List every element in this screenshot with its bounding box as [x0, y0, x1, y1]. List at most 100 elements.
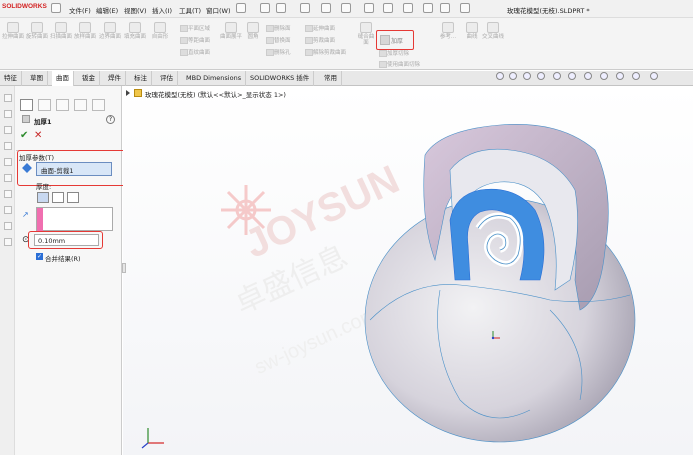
menu-file[interactable]: 文件(F) — [69, 5, 91, 15]
display-tab-icon[interactable] — [92, 99, 105, 111]
extrude-surface-button[interactable]: 拉伸曲面 — [2, 22, 24, 54]
cancel-x-icon[interactable]: ✕ — [34, 130, 42, 141]
print-icon[interactable] — [341, 3, 351, 13]
tab-sheet-metal[interactable]: 钣金 — [78, 71, 100, 86]
thicken-button[interactable]: 加厚 — [376, 30, 414, 50]
delete-face-button[interactable]: 删除面 — [266, 24, 291, 32]
planar-surface-button[interactable]: 平面区域 — [180, 24, 210, 32]
toolbar-icon-2[interactable] — [4, 110, 12, 118]
tab-surfaces[interactable]: 曲面 — [52, 71, 74, 86]
sweep-surface-button[interactable]: 扫描曲面 — [50, 22, 72, 54]
section-view-icon[interactable] — [537, 72, 545, 80]
feature-title: 加厚1 — [34, 118, 52, 126]
revolve-surface-button[interactable]: 旋转曲面 — [26, 22, 48, 54]
untrim-surface-button[interactable]: 解除剪裁曲面 — [305, 48, 346, 56]
reference-geometry-button[interactable]: 参考... — [437, 22, 459, 54]
feature-tree-root[interactable]: 玫瑰花模型(无枝) (默认<<默认>_显示状态 1>) — [145, 89, 286, 99]
ok-check-icon[interactable]: ✔ — [20, 130, 28, 141]
scene-icon[interactable] — [616, 72, 624, 80]
extend-surface-button[interactable]: 延伸曲面 — [305, 24, 335, 32]
new-icon[interactable] — [260, 3, 270, 13]
toolbar-icon-9[interactable] — [4, 222, 12, 230]
freeform-button[interactable]: 自由形 — [149, 22, 171, 54]
thicken-side1-button[interactable] — [37, 192, 49, 203]
hide-show-icon[interactable] — [584, 72, 592, 80]
tab-common[interactable]: 常用 — [320, 71, 342, 86]
menu-tools[interactable]: 工具(T) — [179, 5, 201, 15]
tab-evaluate[interactable]: 评估 — [156, 71, 178, 86]
tab-addins[interactable]: SOLIDWORKS 插件 — [246, 71, 315, 86]
property-tab-icon[interactable] — [38, 99, 51, 111]
intersection-curve-button[interactable]: 交叉曲线 — [482, 22, 504, 54]
left-toolbar — [0, 86, 15, 455]
merge-checkbox[interactable]: ✓ — [36, 253, 43, 260]
boundary-surface-button[interactable]: 边界曲面 — [99, 22, 121, 54]
toolbar-icon-4[interactable] — [4, 142, 12, 150]
tab-weldments[interactable]: 焊件 — [104, 71, 126, 86]
surface-flatten-button[interactable]: 曲面展平 — [220, 22, 242, 54]
tab-markup[interactable]: 标注 — [130, 71, 152, 86]
menu-window[interactable]: 窗口(W) — [206, 5, 231, 15]
menu-view[interactable]: 视图(V) — [124, 5, 147, 15]
menu-edit[interactable]: 编辑(E) — [96, 5, 118, 15]
cut-with-surface-button[interactable]: 使用曲面切除 — [379, 60, 420, 68]
tab-sketch[interactable]: 草图 — [26, 71, 48, 86]
previous-view-icon[interactable] — [523, 72, 531, 80]
replace-face-button[interactable]: 替换面 — [266, 36, 291, 44]
curves-button[interactable]: 曲线 — [461, 22, 483, 54]
help-icon[interactable]: ? — [106, 115, 115, 124]
view-settings-icon[interactable] — [632, 72, 640, 80]
reference-geometry-icon — [442, 22, 454, 33]
undo-icon[interactable] — [364, 3, 374, 13]
surface-selection-box[interactable]: 曲面-剪裁1 — [36, 162, 112, 176]
part-icon — [134, 89, 142, 97]
toolbar-icon-5[interactable] — [4, 158, 12, 166]
toolbar-icon-1[interactable] — [4, 94, 12, 102]
select-icon[interactable] — [403, 3, 413, 13]
dimxpert-tab-icon[interactable] — [74, 99, 87, 111]
zoom-fit-icon[interactable] — [496, 72, 504, 80]
home-icon[interactable] — [51, 3, 61, 13]
fill-surface-button[interactable]: 填充曲面 — [124, 22, 146, 54]
thickness-input[interactable]: 0.10mm — [34, 234, 99, 246]
appearance-icon[interactable] — [600, 72, 608, 80]
save-icon[interactable] — [321, 3, 331, 13]
trim-surface-button[interactable]: 剪裁曲面 — [305, 36, 335, 44]
delete-hole-button[interactable]: 删除孔 — [266, 48, 291, 56]
menu-insert[interactable]: 插入(I) — [152, 5, 172, 15]
rose-model[interactable] — [350, 110, 650, 445]
toolbar-icon-3[interactable] — [4, 126, 12, 134]
options-icon[interactable] — [440, 3, 450, 13]
toolbar-icon-8[interactable] — [4, 206, 12, 214]
config-tab-icon[interactable] — [56, 99, 69, 111]
direction-arrow-icon: ↗ — [22, 210, 29, 219]
panel-collapse-handle[interactable] — [122, 263, 126, 273]
toolbar-icon-7[interactable] — [4, 190, 12, 198]
rebuild-icon[interactable] — [423, 3, 433, 13]
tree-expand-arrow-icon[interactable] — [126, 90, 131, 96]
tab-features[interactable]: 特征 — [0, 71, 22, 86]
pin-icon[interactable] — [236, 3, 246, 13]
toolbar-icon-6[interactable] — [4, 174, 12, 182]
new-doc-icon[interactable] — [276, 3, 286, 13]
redo-icon[interactable] — [383, 3, 393, 13]
display-style-icon[interactable] — [568, 72, 576, 80]
fillet-button[interactable]: 圆角 — [242, 22, 264, 54]
open-icon[interactable] — [300, 3, 310, 13]
offset-surface-button[interactable]: 等距曲面 — [180, 36, 210, 44]
property-manager — [15, 86, 122, 455]
monitor-icon[interactable] — [650, 72, 658, 80]
settings-gear-icon[interactable] — [460, 3, 470, 13]
loft-surface-button[interactable]: 放样曲面 — [74, 22, 96, 54]
thicken-side2-button[interactable] — [67, 192, 79, 203]
tab-mbd-dimensions[interactable]: MBD Dimensions — [182, 71, 247, 86]
thicken-both-button[interactable] — [52, 192, 64, 203]
direction-list[interactable] — [36, 207, 113, 231]
thicken-cut-button[interactable]: 加厚切除 — [379, 49, 409, 57]
feature-tree-tab-icon[interactable] — [20, 99, 33, 111]
view-orientation-icon[interactable] — [553, 72, 561, 80]
ruled-surface-button[interactable]: 直纹曲面 — [180, 48, 210, 56]
knit-surface-button[interactable]: 缝合曲面 — [356, 22, 376, 54]
toolbar-icon-10[interactable] — [4, 238, 12, 246]
zoom-area-icon[interactable] — [509, 72, 517, 80]
